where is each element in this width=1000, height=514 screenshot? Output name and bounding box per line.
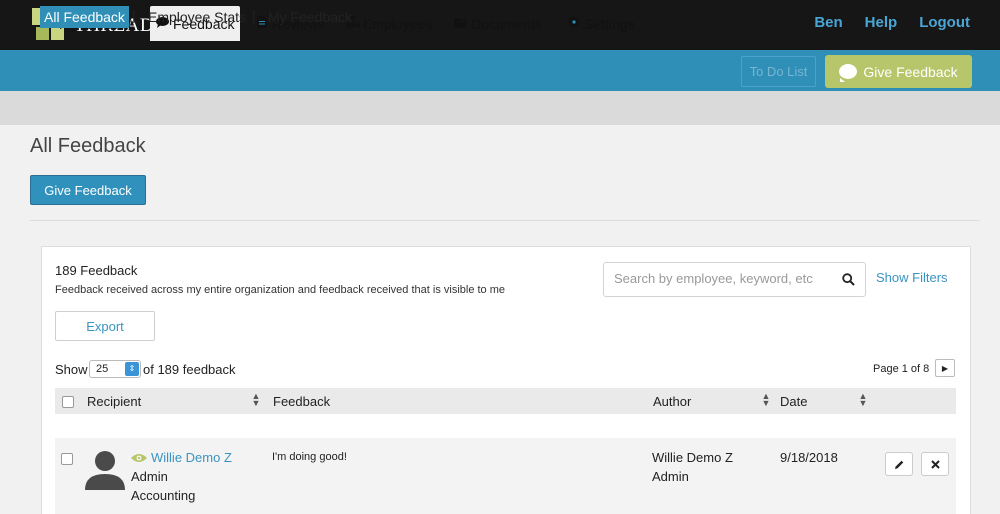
eye-icon — [131, 454, 147, 462]
col-feedback: Feedback — [273, 394, 331, 409]
sub-nav — [0, 91, 1000, 125]
author-title: Admin — [652, 469, 689, 484]
top-links: Ben Help Logout — [814, 14, 970, 31]
select-arrows-icon: ⇕ — [125, 362, 139, 376]
col-author: Author — [653, 394, 692, 409]
close-icon — [930, 459, 940, 469]
author-name-link[interactable]: Willie Demo Z — [652, 450, 733, 465]
col-recipient: Recipient — [87, 394, 142, 409]
subnav-separator: | — [252, 7, 256, 23]
subnav-my-feedback[interactable]: My Feedback — [264, 6, 356, 28]
select-all-checkbox[interactable] — [62, 396, 74, 408]
delete-button[interactable] — [921, 452, 949, 476]
chat-bubble-icon — [839, 64, 858, 82]
page-indicator: Page 1 of 8 — [873, 363, 930, 375]
todo-list-button[interactable]: To Do List — [741, 56, 816, 87]
search-icon[interactable] — [842, 273, 855, 286]
recipient-name-cell[interactable]: Willie Demo Z — [131, 450, 232, 465]
pencil-icon — [894, 460, 903, 469]
nav-label: Documents — [471, 15, 542, 32]
user-link[interactable]: Ben — [814, 14, 842, 31]
date-cell: 9/18/2018 — [780, 450, 838, 465]
col-date: Date — [780, 394, 808, 409]
gear-icon — [567, 16, 580, 31]
page-size-value: 25 — [96, 363, 109, 375]
edit-button[interactable] — [885, 452, 913, 476]
help-link[interactable]: Help — [865, 14, 898, 31]
recipient-name-link[interactable]: Willie Demo Z — [151, 450, 232, 465]
row-checkbox[interactable] — [61, 453, 73, 465]
search-input[interactable] — [614, 271, 834, 286]
export-button[interactable]: Export — [55, 311, 155, 341]
show-filters-link[interactable]: Show Filters — [876, 270, 948, 285]
sort-author-icon[interactable]: ▲ ▼ — [761, 392, 771, 408]
avatar — [85, 451, 125, 490]
recipient-title: Admin — [131, 469, 168, 484]
feedback-count: 189 Feedback — [55, 263, 138, 278]
subnav-all-feedback[interactable]: All Feedback — [40, 6, 129, 28]
subnav-separator: | — [132, 7, 136, 23]
give-feedback-label: Give Feedback — [863, 63, 958, 80]
next-page-button[interactable]: ▶ — [935, 359, 955, 377]
folder-icon — [454, 17, 468, 31]
page-title: All Feedback — [30, 135, 146, 157]
recipient-department: Accounting — [131, 488, 196, 503]
caret-right-icon: ▶ — [941, 363, 949, 373]
nav-settings[interactable]: Settings — [561, 6, 641, 41]
table-header: Recipient ▲ ▼ Feedback Author ▲ ▼ Date ▲ ▼ — [55, 388, 956, 414]
give-feedback-button[interactable]: Give Feedback — [30, 175, 146, 205]
nav-label: Employees — [363, 15, 433, 32]
search-box — [603, 262, 866, 297]
nav-label: Settings — [584, 15, 635, 32]
give-feedback-top-button[interactable]: Give Feedback — [825, 55, 972, 88]
sort-date-icon[interactable]: ▲ ▼ — [858, 392, 868, 408]
logout-link[interactable]: Logout — [919, 14, 970, 31]
subnav-employee-stats[interactable]: Employee Stats — [144, 6, 250, 28]
total-label: of 189 feedback — [143, 362, 236, 377]
show-label: Show — [55, 362, 88, 377]
sort-recipient-icon[interactable]: ▲ ▼ — [251, 392, 261, 408]
divider — [30, 220, 980, 221]
feedback-description: Feedback received across my entire organ… — [55, 284, 506, 296]
nav-documents[interactable]: Documents — [448, 6, 548, 41]
page-size-select[interactable]: 25 ⇕ — [89, 360, 141, 378]
feedback-text: I'm doing good! — [272, 451, 347, 463]
